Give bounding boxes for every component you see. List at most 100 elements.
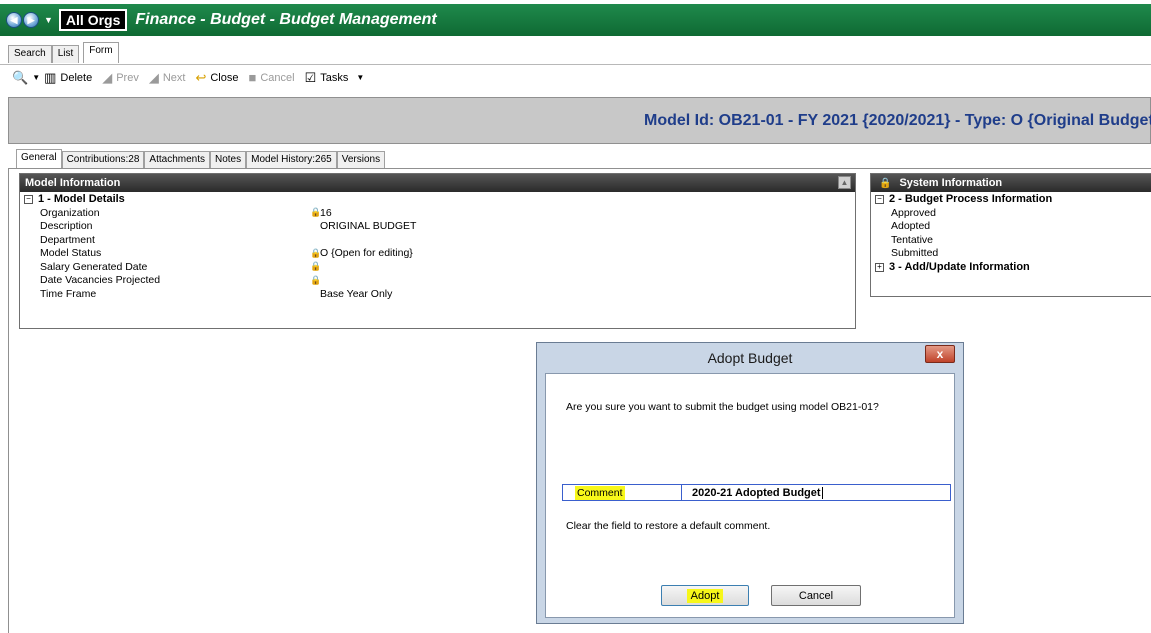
collapse-icon[interactable]: − xyxy=(24,194,33,204)
add-update-section[interactable]: + 3 - Add/Update Information xyxy=(871,260,1151,274)
trash-icon: ▥ xyxy=(44,69,57,85)
field-row[interactable]: Tentative xyxy=(871,233,1151,247)
comment-value: 2020-21 Adopted Budget xyxy=(692,486,823,499)
model-details-section[interactable]: − 1 - Model Details xyxy=(20,192,855,206)
tab-model-history[interactable]: Model History:265 xyxy=(246,151,337,169)
prev-button[interactable]: ◢ Prev xyxy=(102,70,139,86)
lock-icon: 🔒 xyxy=(879,177,892,189)
comment-input[interactable]: 2020-21 Adopted Budget xyxy=(681,485,823,500)
delete-label: Delete xyxy=(60,71,93,84)
next-label: Next xyxy=(162,71,186,84)
dialog-hint: Clear the field to restore a default com… xyxy=(566,520,771,532)
dialog-message: Are you sure you want to submit the budg… xyxy=(566,401,879,413)
budget-process-section[interactable]: − 2 - Budget Process Information xyxy=(871,192,1151,206)
collapse-icon[interactable]: − xyxy=(875,194,884,204)
field-row[interactable]: Submitted xyxy=(871,247,1151,261)
next-button[interactable]: ◢ Next xyxy=(149,70,186,86)
field-value: O {Open for editing} xyxy=(320,247,413,260)
system-info-panel: 🔒 System Information − 2 - Budget Proces… xyxy=(870,173,1151,297)
search-tool[interactable]: 🔍 ▼ xyxy=(12,70,40,86)
tasks-label: Tasks xyxy=(320,71,349,84)
comment-label-text: Comment xyxy=(575,485,625,500)
close-arrow-icon: ↩ xyxy=(195,69,207,85)
tab-search[interactable]: Search xyxy=(8,45,52,63)
field-row[interactable]: Organization 🔒 16 xyxy=(20,206,855,220)
tab-list[interactable]: List xyxy=(51,45,80,63)
comment-label: Comment xyxy=(563,485,681,500)
section-title: 1 - Model Details xyxy=(38,193,125,205)
lock-icon: 🔒 xyxy=(310,247,322,258)
prev-label: Prev xyxy=(116,71,139,84)
cancel-label: Cancel xyxy=(260,71,295,84)
field-label: Department xyxy=(40,233,95,246)
field-label: Adopted xyxy=(891,220,931,233)
tab-general[interactable]: General xyxy=(16,149,62,169)
model-header-text: Model Id: OB21-01 - FY 2021 {2020/2021} … xyxy=(643,111,1151,129)
form-tabs: General Contributions:28 Attachments Not… xyxy=(16,149,386,169)
tab-form[interactable]: Form xyxy=(83,42,119,63)
field-label: Model Status xyxy=(40,247,102,260)
all-orgs-button[interactable]: All Orgs xyxy=(58,9,128,31)
tasks-button[interactable]: ☑ Tasks ▼ xyxy=(305,70,365,86)
tab-attachments[interactable]: Attachments xyxy=(144,151,210,169)
field-row[interactable]: Description ORIGINAL BUDGET xyxy=(20,220,855,234)
tasks-dropdown-icon[interactable]: ▼ xyxy=(356,73,364,82)
field-label: Date Vacancies Projected xyxy=(40,274,161,287)
app-title: Finance - Budget - Budget Management xyxy=(135,11,437,28)
field-label: Description xyxy=(40,220,93,233)
toolbar: 🔍 ▼ ▥ Delete ◢ Prev ◢ Next ↩ Close ■ Can… xyxy=(0,64,1151,90)
field-row[interactable]: Department xyxy=(20,233,855,247)
tab-contributions[interactable]: Contributions:28 xyxy=(61,151,145,169)
collapse-up-icon[interactable]: ▲ xyxy=(838,176,851,189)
lock-icon: 🔒 xyxy=(310,207,322,218)
adopt-button[interactable]: Adopt xyxy=(661,585,749,606)
dialog-title: Adopt Budget xyxy=(707,350,793,366)
field-row[interactable]: Salary Generated Date 🔒 xyxy=(20,260,855,274)
system-info-title: System Information xyxy=(899,177,1003,189)
model-header: Model Id: OB21-01 - FY 2021 {2020/2021} … xyxy=(8,97,1151,144)
close-button[interactable]: ↩ Close xyxy=(195,70,238,86)
field-row[interactable]: Adopted xyxy=(871,220,1151,234)
field-label: Salary Generated Date xyxy=(40,260,148,273)
tab-versions[interactable]: Versions xyxy=(336,151,386,169)
back-icon[interactable]: ◀ xyxy=(6,12,22,28)
cancel-icon: ■ xyxy=(248,70,257,85)
field-row[interactable]: Time Frame Base Year Only xyxy=(20,287,855,301)
field-value: Base Year Only xyxy=(320,287,393,300)
tab-notes[interactable]: Notes xyxy=(210,151,247,169)
field-row[interactable]: Date Vacancies Projected 🔒 xyxy=(20,274,855,288)
dropdown-icon[interactable]: ▼ xyxy=(32,73,40,82)
model-info-header: Model Information ▲ xyxy=(20,174,855,192)
lock-icon: 🔒 xyxy=(310,261,322,272)
close-label: Close xyxy=(210,71,239,84)
forward-icon[interactable]: ▶ xyxy=(23,12,39,28)
checkbox-icon: ☑ xyxy=(304,69,317,85)
field-label: Approved xyxy=(891,206,936,219)
title-bar: ◀ ▶ ▼ All Orgs Finance - Budget - Budget… xyxy=(0,4,1151,36)
field-row[interactable]: Model Status 🔒 O {Open for editing} xyxy=(20,247,855,261)
view-tabs: Search List Form xyxy=(8,42,119,63)
field-value: 16 xyxy=(320,206,332,219)
cancel-button[interactable]: Cancel xyxy=(771,585,861,606)
system-info-header: 🔒 System Information xyxy=(871,174,1151,192)
field-label: Submitted xyxy=(891,247,939,260)
field-row[interactable]: Approved xyxy=(871,206,1151,220)
dialog-title-bar[interactable]: Adopt Budget x xyxy=(537,343,963,373)
section-title: 2 - Budget Process Information xyxy=(889,193,1053,205)
magnifier-icon: 🔍 xyxy=(12,69,29,85)
model-info-title: Model Information xyxy=(25,177,121,189)
field-label: Tentative xyxy=(891,233,934,246)
next-icon: ◢ xyxy=(148,69,159,85)
cancel-button[interactable]: ■ Cancel xyxy=(248,70,294,85)
comment-field[interactable]: Comment 2020-21 Adopted Budget xyxy=(562,484,951,501)
delete-button[interactable]: ▥ Delete xyxy=(44,70,92,86)
lock-icon: 🔒 xyxy=(310,274,322,285)
close-icon[interactable]: x xyxy=(925,345,955,363)
field-value: ORIGINAL BUDGET xyxy=(320,220,417,233)
dialog-body: Are you sure you want to submit the budg… xyxy=(545,373,955,618)
nav-dropdown-icon[interactable]: ▼ xyxy=(44,15,53,25)
expand-icon[interactable]: + xyxy=(875,262,884,272)
field-label: Organization xyxy=(40,206,100,219)
section-title: 3 - Add/Update Information xyxy=(889,261,1030,273)
adopt-budget-dialog: Adopt Budget x Are you sure you want to … xyxy=(536,342,964,624)
